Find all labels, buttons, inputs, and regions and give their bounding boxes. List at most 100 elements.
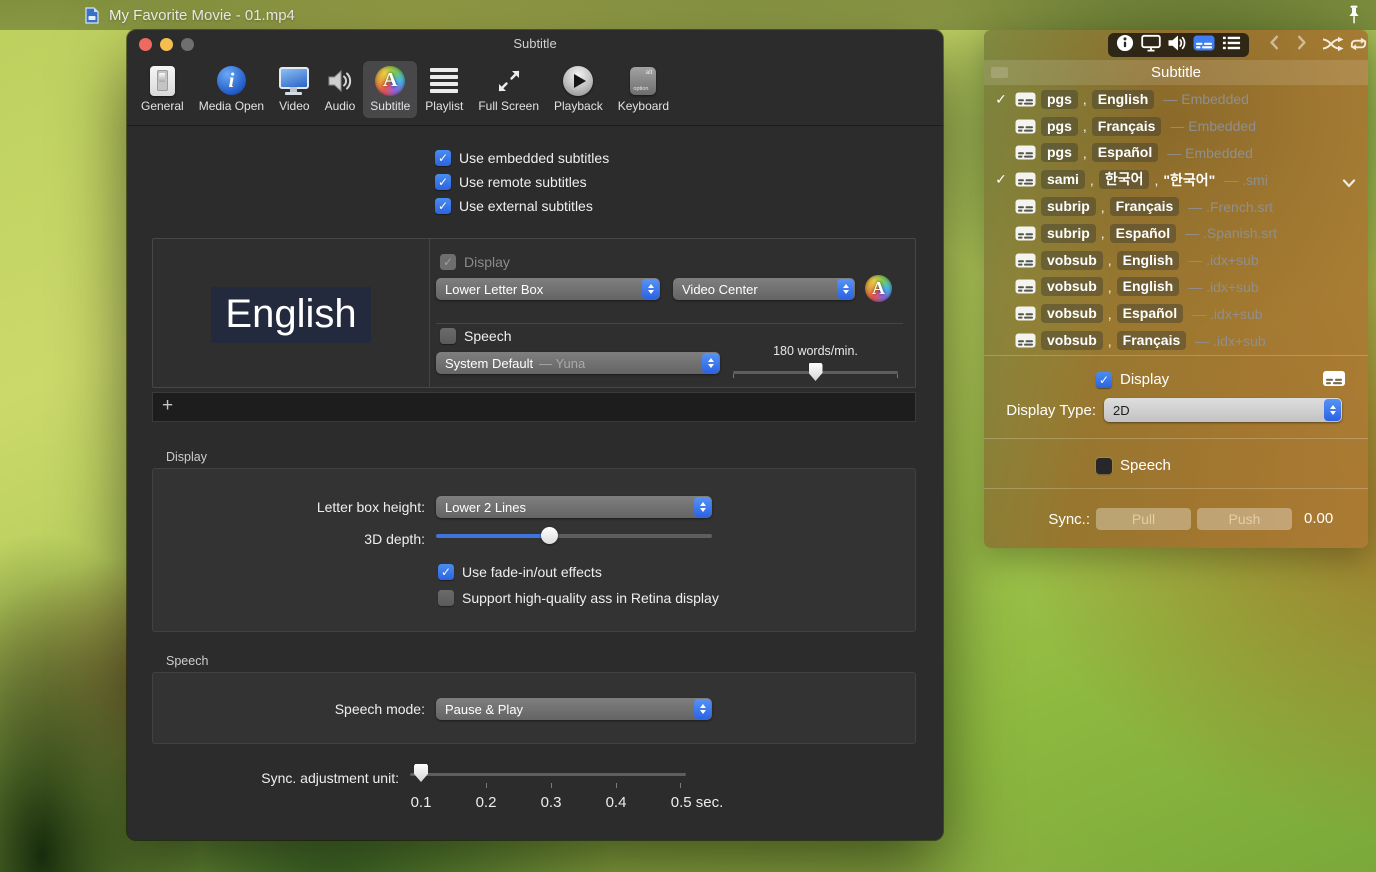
- voice-name: — Yuna: [539, 355, 586, 371]
- preview-display-checkbox[interactable]: Display: [440, 254, 510, 270]
- subtitle-display-icon[interactable]: [1322, 370, 1346, 392]
- general-icon: [149, 65, 175, 96]
- retina-ass-checkbox[interactable]: Support high-quality ass in Retina displ…: [438, 590, 719, 606]
- track-title: "한국어": [1163, 171, 1216, 188]
- movie-title: My Favorite Movie - 01.mp4: [109, 6, 295, 24]
- track-source: — Embedded: [1170, 118, 1256, 135]
- track-row[interactable]: ✓ sami , 한국어 , "한국어" — .smi: [988, 166, 1364, 193]
- subtitle-sample-text[interactable]: English: [211, 287, 371, 343]
- track-source: — Embedded: [1167, 144, 1253, 161]
- language-badge: Français: [1091, 116, 1162, 136]
- language-badge: English: [1091, 89, 1155, 109]
- subtitle-track-icon: [1015, 306, 1036, 321]
- slider-thumb[interactable]: [808, 363, 823, 381]
- audio-volume-icon[interactable]: [1167, 34, 1187, 57]
- track-source: — .idx+sub: [1188, 252, 1259, 269]
- previous-track-icon[interactable]: [1268, 34, 1280, 56]
- tab-media-open[interactable]: Media Open: [192, 61, 271, 118]
- track-source: — .French.srt: [1188, 198, 1274, 215]
- track-row[interactable]: vobsub , English — .idx+sub: [988, 247, 1364, 274]
- language-badge: 한국어: [1098, 170, 1150, 190]
- speech-rate-slider[interactable]: [733, 363, 898, 383]
- speech-mode-dropdown[interactable]: Pause & Play: [436, 698, 712, 720]
- subtitle-track-icon: [1015, 279, 1036, 294]
- track-source: — .Spanish.srt: [1185, 225, 1277, 242]
- track-source: — .idx+sub: [1188, 278, 1259, 295]
- slider-thumb[interactable]: [541, 527, 559, 544]
- use-external-subtitles-checkbox[interactable]: Use external subtitles: [435, 198, 609, 214]
- display-type-label: Display Type:: [1006, 402, 1096, 419]
- letterbox-height-label: Letter box height:: [316, 499, 425, 515]
- tab-general[interactable]: General: [134, 61, 191, 118]
- track-row[interactable]: pgs , Français — Embedded: [988, 113, 1364, 140]
- codec-badge: subrip: [1041, 223, 1096, 243]
- panel-speech-checkbox[interactable]: Speech: [1096, 457, 1171, 474]
- track-row[interactable]: vobsub , English — .idx+sub: [988, 274, 1364, 301]
- checkbox-checked-icon: [435, 174, 451, 190]
- track-row[interactable]: vobsub , Français — .idx+sub: [988, 327, 1364, 354]
- tab-full-screen[interactable]: Full Screen: [471, 61, 546, 118]
- stepper-icon: [702, 353, 719, 373]
- display-section-label: Display: [166, 450, 207, 464]
- next-track-icon[interactable]: [1296, 34, 1308, 56]
- player-titlebar[interactable]: My Favorite Movie - 01.mp4: [0, 0, 1376, 30]
- text-color-icon[interactable]: [865, 275, 892, 302]
- track-row[interactable]: vobsub , Español — .idx+sub: [988, 300, 1364, 327]
- checkbox-checked-icon: [438, 564, 454, 580]
- separator: ,: [1089, 171, 1094, 188]
- pin-icon[interactable]: [1346, 5, 1362, 30]
- separator: ,: [1107, 278, 1112, 295]
- alignment-dropdown[interactable]: Video Center: [673, 278, 855, 300]
- repeat-icon[interactable]: [1348, 36, 1369, 57]
- subtitle-tab-icon: [375, 65, 406, 96]
- preferences-titlebar[interactable]: Subtitle: [127, 30, 943, 58]
- tab-subtitle[interactable]: Subtitle: [363, 61, 418, 118]
- sync-adjustment-unit-slider[interactable]: 0.1 0.2 0.3 0.4 0.5 sec.: [410, 761, 723, 817]
- 3d-depth-slider[interactable]: [436, 526, 712, 544]
- sync-pull-button[interactable]: Pull: [1096, 508, 1191, 530]
- sync-label: Sync.:: [1048, 511, 1090, 528]
- subtitle-track-list: ✓ pgs , English — Embedded pgs , Françai…: [988, 86, 1364, 354]
- letterbox-height-dropdown[interactable]: Lower 2 Lines: [436, 496, 712, 518]
- display-device-icon[interactable]: [1140, 34, 1161, 57]
- preview-speech-checkbox[interactable]: Speech: [440, 328, 511, 344]
- voice-dropdown[interactable]: System Default — Yuna: [436, 352, 720, 374]
- track-row[interactable]: pgs , Español — Embedded: [988, 140, 1364, 167]
- tab-keyboard[interactable]: Keyboard: [611, 61, 676, 118]
- check-icon: ✓: [995, 171, 1007, 188]
- tab-audio[interactable]: Audio: [318, 61, 363, 118]
- divider: [436, 323, 903, 324]
- speech-section-label: Speech: [166, 654, 209, 668]
- track-row[interactable]: subrip , Español — .Spanish.srt: [988, 220, 1364, 247]
- track-row[interactable]: ✓ pgs , English — Embedded: [988, 86, 1364, 113]
- subtitle-panel-icon-active[interactable]: [1193, 35, 1215, 56]
- track-source: — .idx+sub: [1195, 332, 1266, 349]
- separator: ,: [1107, 252, 1112, 269]
- fade-effects-checkbox[interactable]: Use fade-in/out effects: [438, 564, 602, 580]
- slider-thumb[interactable]: [414, 764, 428, 782]
- subtitle-track-icon: [1015, 333, 1036, 348]
- separator: ,: [1082, 144, 1087, 161]
- tab-playback[interactable]: Playback: [547, 61, 610, 118]
- shuffle-icon[interactable]: [1322, 36, 1344, 57]
- display-type-dropdown[interactable]: 2D: [1104, 398, 1342, 422]
- sync-push-button[interactable]: Push: [1197, 508, 1292, 530]
- panel-display-checkbox[interactable]: Display: [1096, 371, 1169, 388]
- language-badge: Français: [1116, 331, 1187, 351]
- media-open-icon: [216, 65, 246, 96]
- chevron-down-icon[interactable]: [1342, 175, 1356, 191]
- panel-drag-handle[interactable]: [991, 67, 1008, 78]
- use-remote-subtitles-checkbox[interactable]: Use remote subtitles: [435, 174, 609, 190]
- track-row[interactable]: subrip , Français — .French.srt: [988, 193, 1364, 220]
- position-dropdown[interactable]: Lower Letter Box: [436, 278, 660, 300]
- info-icon[interactable]: [1116, 34, 1134, 57]
- checkbox-unchecked-icon: [438, 590, 454, 606]
- add-style-button[interactable]: +: [153, 395, 173, 419]
- tab-video[interactable]: Video: [272, 61, 316, 118]
- track-source: — .idx+sub: [1192, 305, 1263, 322]
- tab-playlist[interactable]: Playlist: [418, 61, 470, 118]
- stepper-icon: [837, 279, 854, 299]
- track-source: — Embedded: [1163, 91, 1249, 108]
- playlist-panel-icon[interactable]: [1222, 35, 1241, 56]
- use-embedded-subtitles-checkbox[interactable]: Use embedded subtitles: [435, 150, 609, 166]
